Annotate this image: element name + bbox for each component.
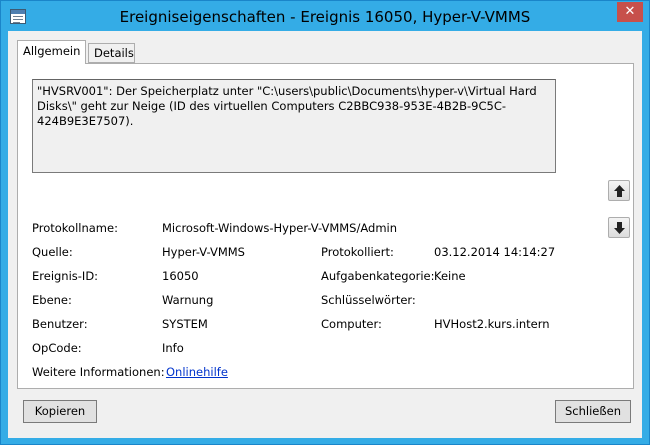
close-icon: ✕	[624, 4, 636, 19]
onlinehilfe-link[interactable]: Onlinehilfe	[166, 365, 228, 379]
previous-event-button[interactable]	[608, 180, 630, 201]
copy-button[interactable]: Kopieren	[23, 400, 97, 423]
value-computer: HVHost2.kurs.intern	[434, 317, 550, 331]
label-opcode: OpCode:	[32, 341, 82, 355]
value-aufgabenkategorie: Keine	[434, 269, 466, 283]
value-protokollname: Microsoft-Windows-Hyper-V-VMMS/Admin	[162, 221, 398, 235]
value-opcode: Info	[162, 341, 184, 355]
label-benutzer: Benutzer:	[32, 317, 88, 331]
label-ereignis-id: Ereignis-ID:	[32, 269, 99, 283]
value-protokolliert: 03.12.2014 14:14:27	[434, 245, 556, 259]
general-tab-panel: "HVSRV001": Der Speicherplatz unter "C:\…	[17, 63, 634, 389]
label-weitere-informationen: Weitere Informationen:	[32, 365, 165, 379]
arrow-up-icon	[614, 185, 625, 197]
tab-allgemein-label: Allgemein	[23, 44, 81, 58]
value-quelle: Hyper-V-VMMS	[162, 245, 245, 259]
value-benutzer: SYSTEM	[162, 317, 208, 331]
dialog-client-area: Allgemein Details "HVSRV001": Der Speich…	[8, 31, 642, 438]
label-computer: Computer:	[321, 317, 382, 331]
tab-allgemein[interactable]: Allgemein	[17, 40, 87, 64]
close-button[interactable]: Schließen	[555, 400, 631, 423]
arrow-down-icon	[614, 222, 625, 234]
tab-details[interactable]: Details	[88, 43, 135, 63]
value-ebene: Warnung	[162, 293, 214, 307]
window-close-button[interactable]: ✕	[617, 2, 643, 22]
event-description-text: "HVSRV001": Der Speicherplatz unter "C:\…	[37, 84, 537, 128]
next-event-button[interactable]	[608, 217, 630, 238]
label-ebene: Ebene:	[32, 293, 72, 307]
label-aufgabenkategorie: Aufgabenkategorie:	[321, 269, 435, 283]
label-schluesselwoerter: Schlüsselwörter:	[321, 293, 416, 307]
label-protokollname: Protokollname:	[32, 221, 118, 235]
window-title: Ereigniseigenschaften - Ereignis 16050, …	[119, 8, 531, 26]
event-description-box[interactable]: "HVSRV001": Der Speicherplatz unter "C:\…	[32, 79, 556, 173]
tab-details-label: Details	[94, 46, 134, 60]
label-quelle: Quelle:	[32, 245, 73, 259]
label-protokolliert: Protokolliert:	[321, 245, 394, 259]
value-ereignis-id: 16050	[162, 269, 199, 283]
title-bar[interactable]: Ereigniseigenschaften - Ereignis 16050, …	[1, 1, 649, 32]
event-properties-window: Ereigniseigenschaften - Ereignis 16050, …	[0, 0, 650, 445]
